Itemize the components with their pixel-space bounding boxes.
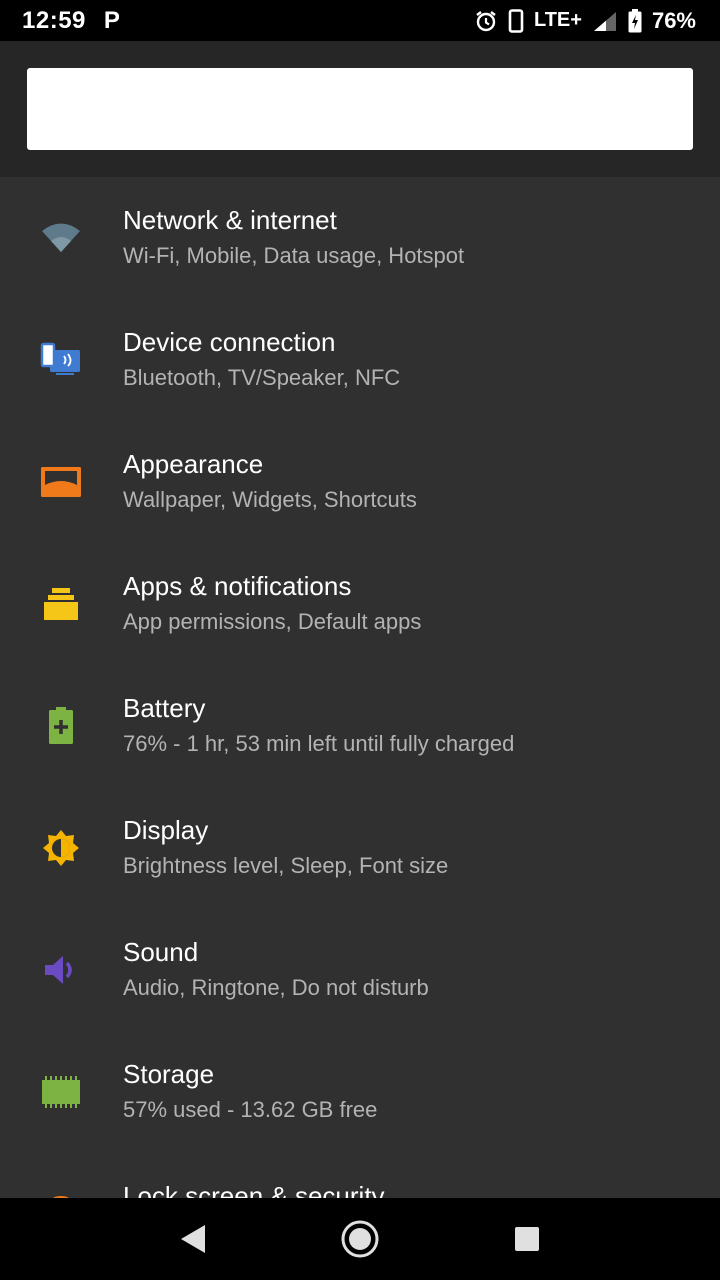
- appearance-icon: [40, 461, 82, 503]
- status-bar: 12:59 P LTE+ 76%: [0, 0, 720, 41]
- settings-item-title: Battery: [123, 693, 206, 723]
- settings-item-subtitle: Brightness level, Sleep, Font size: [123, 853, 449, 878]
- settings-list: Network & internet Wi-Fi, Mobile, Data u…: [0, 177, 720, 1198]
- settings-item-title: Storage: [123, 1059, 215, 1089]
- network-type: LTE+: [533, 9, 582, 31]
- settings-item-storage[interactable]: Storage 57% used - 13.62 GB free: [0, 1031, 720, 1153]
- settings-item-subtitle: Wallpaper, Widgets, Shortcuts: [123, 487, 417, 512]
- phone-vibrate-icon: [508, 8, 524, 33]
- settings-item-title: Lock screen & security: [123, 1181, 385, 1198]
- settings-item-subtitle: Audio, Ringtone, Do not disturb: [123, 975, 429, 1000]
- settings-item-title: Apps & notifications: [123, 571, 352, 601]
- signal-icon: [592, 10, 618, 32]
- status-right: LTE+ 76%: [474, 8, 696, 34]
- settings-item-title: Sound: [123, 937, 199, 967]
- device-connection-icon: [40, 339, 82, 381]
- settings-item-title: Device connection: [123, 327, 336, 357]
- settings-item-appearance[interactable]: Appearance Wallpaper, Widgets, Shortcuts: [0, 421, 720, 543]
- storage-icon: [40, 1071, 82, 1113]
- battery-percent: 76%: [651, 7, 696, 33]
- battery-icon: [40, 705, 82, 747]
- settings-item-battery[interactable]: Battery 76% - 1 hr, 53 min left until fu…: [0, 665, 720, 787]
- settings-item-title: Network & internet: [123, 205, 337, 235]
- display-icon: [40, 827, 82, 869]
- alarm-icon: [474, 9, 498, 33]
- home-icon: [341, 1220, 379, 1258]
- recents-icon: [514, 1227, 539, 1251]
- settings-item-subtitle: App permissions, Default apps: [123, 609, 422, 634]
- status-left: 12:59 P: [22, 7, 120, 35]
- settings-item-subtitle: Wi-Fi, Mobile, Data usage, Hotspot: [123, 243, 465, 268]
- navigation-bar: [0, 1198, 720, 1280]
- wifi-icon: [40, 217, 82, 259]
- settings-item-device-connection[interactable]: Device connection Bluetooth, TV/Speaker,…: [0, 299, 720, 421]
- sound-icon: [40, 949, 82, 991]
- apps-icon: [40, 583, 82, 625]
- battery-charging-icon: [628, 8, 642, 33]
- settings-item-subtitle: Bluetooth, TV/Speaker, NFC: [123, 365, 401, 390]
- settings-item-subtitle: 76% - 1 hr, 53 min left until fully char…: [123, 731, 515, 756]
- back-button[interactable]: [163, 1209, 223, 1269]
- settings-item-subtitle: 57% used - 13.62 GB free: [123, 1097, 378, 1122]
- settings-screen: 12:59 P LTE+ 76% Network & internet Wi-F…: [0, 0, 720, 1280]
- home-button[interactable]: [330, 1209, 390, 1269]
- settings-item-apps[interactable]: Apps & notifications App permissions, De…: [0, 543, 720, 665]
- settings-item-lock-screen[interactable]: Lock screen & security: [0, 1153, 720, 1198]
- recents-button[interactable]: [497, 1209, 557, 1269]
- settings-item-title: Appearance: [123, 449, 264, 479]
- settings-item-network[interactable]: Network & internet Wi-Fi, Mobile, Data u…: [0, 177, 720, 299]
- status-time: 12:59: [22, 6, 86, 34]
- back-icon: [181, 1225, 206, 1253]
- settings-item-title: Display: [123, 815, 209, 845]
- settings-item-sound[interactable]: Sound Audio, Ringtone, Do not disturb: [0, 909, 720, 1031]
- parking-notification-icon: P: [103, 6, 120, 34]
- search-input[interactable]: [27, 68, 693, 150]
- settings-item-display[interactable]: Display Brightness level, Sleep, Font si…: [0, 787, 720, 909]
- search-header: [0, 41, 720, 177]
